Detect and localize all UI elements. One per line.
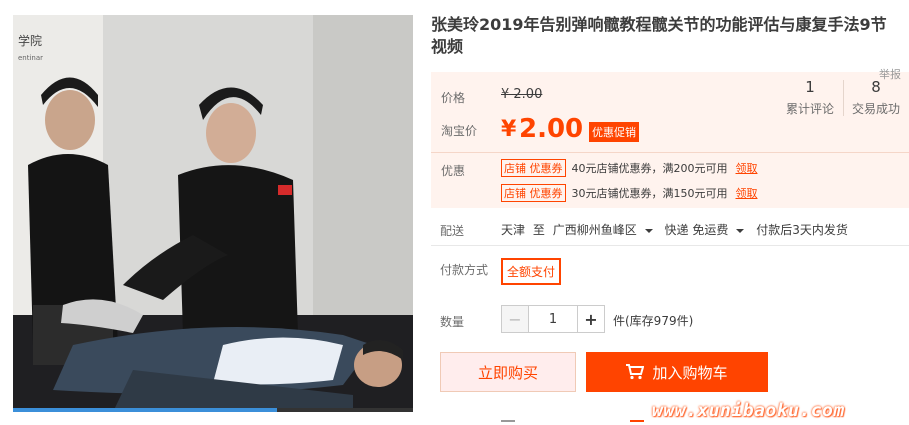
- ship-destination: 广西柳州鱼峰区: [552, 223, 637, 237]
- currency-symbol: ¥: [501, 117, 517, 142]
- tab-indicator-active: [630, 420, 644, 422]
- coupon-item: 店铺 优惠券 40元店铺优惠券，满200元可用 领取: [501, 159, 758, 177]
- coupon-text: 40元店铺优惠券，满200元可用: [571, 162, 728, 175]
- buy-now-button[interactable]: 立即购买: [440, 352, 576, 392]
- ship-method: 快递 免运费: [664, 223, 729, 237]
- product-title: 张美玲2019年告别弹响髋教程髋关节的功能评估与康复手法9节视频: [431, 15, 887, 56]
- coupon-text: 30元店铺优惠券，满150元可用: [571, 187, 728, 200]
- price-divider: [431, 152, 909, 153]
- stock-text: 件(库存979件): [613, 314, 694, 328]
- cart-icon: [626, 364, 645, 380]
- price-panel: 举报 价格 ¥ 2.00 淘宝价 ¥ 2.00 优惠促销 1 累计评论 8 交易…: [431, 68, 909, 208]
- watermark-text: www.xunibaoku.com: [652, 400, 845, 421]
- coupon-item: 店铺 优惠券 30元店铺优惠券，满150元可用 领取: [501, 184, 758, 202]
- stat-divider: [843, 80, 844, 116]
- sign-text: 学院: [18, 33, 42, 48]
- tab-indicator: [501, 420, 515, 422]
- video-progress-fill: [13, 408, 277, 412]
- coupon-label: 优惠: [441, 164, 466, 178]
- quantity-label: 数量: [440, 315, 465, 329]
- buy-now-label: 立即购买: [477, 363, 538, 382]
- chevron-down-icon: [736, 228, 745, 233]
- coupon-tag: 店铺 优惠券: [501, 184, 566, 202]
- coupon-tag: 店铺 优惠券: [501, 159, 566, 177]
- review-count: 1: [805, 78, 815, 96]
- taobao-price-label: 淘宝价: [441, 124, 478, 138]
- promo-badge: 优惠促销: [589, 122, 639, 142]
- review-count-stat[interactable]: 1 累计评论: [779, 78, 841, 117]
- sign-subtext: entinar: [18, 54, 43, 62]
- ship-from: 天津: [501, 223, 526, 237]
- quantity-plus-button[interactable]: +: [577, 306, 604, 332]
- sales-count-caption: 交易成功: [851, 102, 900, 116]
- video-frame: 学院 entinar: [13, 15, 413, 412]
- chevron-down-icon: [644, 228, 653, 233]
- shipping-label: 配送: [440, 224, 465, 238]
- payment-label: 付款方式: [440, 263, 489, 277]
- section-divider: [431, 245, 909, 246]
- coupon-get-link[interactable]: 领取: [736, 187, 758, 200]
- sales-count: 8: [871, 78, 881, 96]
- ship-destination-select[interactable]: 广西柳州鱼峰区: [553, 223, 657, 237]
- video-progress-bar[interactable]: [13, 408, 413, 412]
- ship-to-word: 至: [532, 223, 545, 237]
- shipping-info: 天津 至 广西柳州鱼峰区 快递 免运费 付款后3天内发货: [501, 221, 852, 238]
- price-label: 价格: [441, 91, 466, 105]
- original-price: ¥ 2.00: [501, 87, 543, 102]
- ship-method-select[interactable]: 快递 免运费: [665, 223, 749, 237]
- payment-option-full[interactable]: 全额支付: [501, 258, 562, 285]
- current-price: 2.00: [519, 114, 584, 144]
- quantity-stepper: − 1 +: [501, 305, 605, 333]
- add-to-cart-label: 加入购物车: [652, 363, 728, 382]
- product-video[interactable]: 学院 entinar: [13, 15, 413, 412]
- add-to-cart-button[interactable]: 加入购物车: [586, 352, 768, 392]
- sales-count-stat[interactable]: 8 交易成功: [845, 78, 907, 117]
- ship-dispatch: 付款后3天内发货: [756, 223, 848, 237]
- coupon-get-link[interactable]: 领取: [736, 162, 758, 175]
- quantity-input[interactable]: 1: [529, 306, 577, 332]
- review-count-caption: 累计评论: [785, 102, 834, 116]
- quantity-minus-button[interactable]: −: [502, 306, 529, 332]
